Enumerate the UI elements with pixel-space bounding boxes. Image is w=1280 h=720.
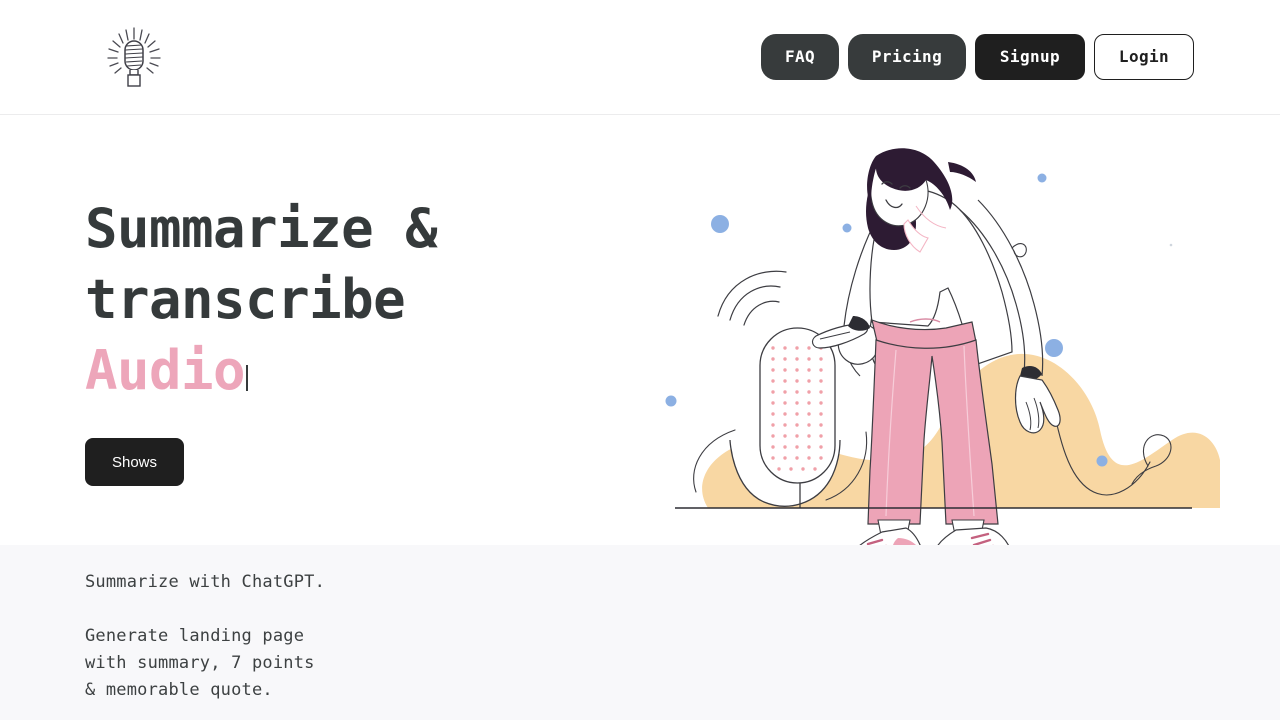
mic-capsule bbox=[759, 327, 836, 484]
right-shoe bbox=[937, 527, 1009, 545]
headline-accent-word: Audio bbox=[85, 335, 555, 406]
decorative-dot bbox=[842, 223, 852, 233]
woman-with-microphone-illustration bbox=[620, 140, 1220, 545]
landing-page: FAQ Pricing Signup Login Summarize & tra… bbox=[0, 0, 1280, 720]
panel-text-summarize: Summarize with ChatGPT. bbox=[85, 572, 326, 592]
site-header: FAQ Pricing Signup Login bbox=[0, 0, 1280, 115]
nav-button-pricing[interactable]: Pricing bbox=[848, 34, 966, 80]
decorative-dot bbox=[1045, 339, 1063, 357]
nav-button-faq[interactable]: FAQ bbox=[761, 34, 839, 80]
headline-line-2: transcribe bbox=[85, 268, 406, 331]
microphone-icon[interactable] bbox=[104, 26, 164, 88]
headline-line-1: Summarize & bbox=[85, 197, 438, 260]
microphone-graphic bbox=[729, 327, 841, 508]
nav-button-signup[interactable]: Signup bbox=[975, 34, 1085, 80]
decorative-dot bbox=[665, 395, 677, 407]
panel-text-generate: Generate landing page with summary, 7 po… bbox=[85, 626, 315, 700]
illustration-svg bbox=[665, 148, 1220, 545]
info-panel: Summarize with ChatGPT. Generate landing… bbox=[0, 545, 1280, 720]
left-shoe bbox=[859, 527, 921, 545]
typing-caret-icon bbox=[246, 364, 249, 391]
sound-wave-arcs bbox=[717, 270, 787, 326]
microphone-logo-svg bbox=[107, 27, 161, 87]
headline-accent-text: Audio bbox=[85, 339, 246, 402]
decorative-dot bbox=[711, 215, 729, 233]
decorative-dot bbox=[1169, 243, 1173, 247]
decorative-dot bbox=[1096, 455, 1108, 467]
decorative-dot bbox=[1037, 173, 1047, 183]
main-navigation: FAQ Pricing Signup Login bbox=[761, 34, 1194, 80]
nav-button-login[interactable]: Login bbox=[1094, 34, 1194, 80]
shows-button[interactable]: Shows bbox=[85, 438, 184, 486]
hero-copy: Summarize & transcribe Audio bbox=[85, 193, 555, 406]
hero-section: Summarize & transcribe Audio Shows bbox=[0, 115, 1280, 545]
